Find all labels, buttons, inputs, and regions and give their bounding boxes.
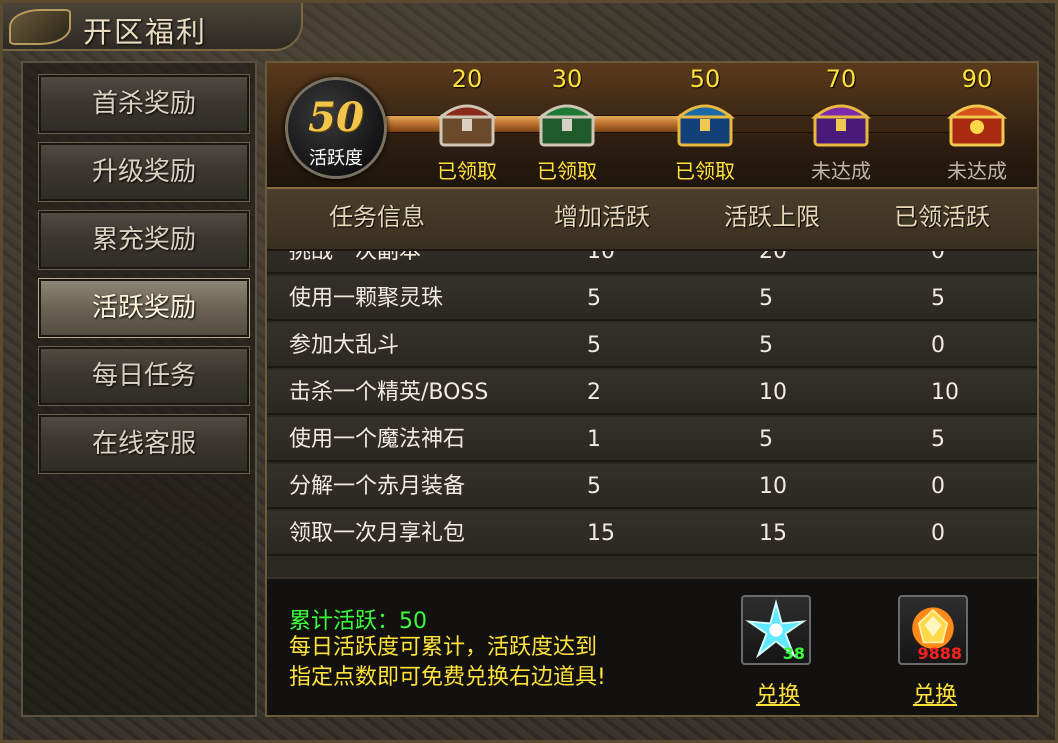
task-cap: 10 xyxy=(759,380,787,405)
task-name: 使用一个魔法神石 xyxy=(289,427,466,452)
reward-item-crystal: 38 兑换 xyxy=(741,595,815,708)
task-cap: 5 xyxy=(759,333,773,358)
table-row: 使用一个魔法神石 1 5 5 xyxy=(267,417,1037,462)
reward-count: 9888 xyxy=(917,644,962,663)
milestone-status: 已领取 xyxy=(675,159,735,183)
sidebar-item-recharge[interactable]: 累充奖励 xyxy=(38,210,250,270)
task-cap: 5 xyxy=(759,427,773,452)
content-panel: 50 活跃度 20 已领取 30 已领取 50 已领取 70 未达成 90 未达… xyxy=(265,61,1039,717)
task-name: 领取一次月享礼包 xyxy=(289,521,466,546)
red-chest-icon xyxy=(436,104,498,147)
milestone-90[interactable]: 90 未达成 xyxy=(917,63,1037,189)
task-got: 5 xyxy=(931,286,945,311)
header-task-info: 任务信息 xyxy=(329,203,425,231)
milestone-status: 已领取 xyxy=(537,159,597,183)
task-cap: 15 xyxy=(759,521,787,546)
milestone-threshold: 90 xyxy=(961,65,993,93)
milestone-30[interactable]: 30 已领取 xyxy=(507,63,627,189)
footer-panel: 累计活跃：50 每日活跃度可累计，活跃度达到 指定点数即可免费兑换右边道具! 3… xyxy=(267,577,1037,715)
task-got: 5 xyxy=(931,427,945,452)
task-name: 击杀一个精英/BOSS xyxy=(289,380,489,405)
activity-value: 50 xyxy=(308,94,364,141)
header-activity-cap: 活跃上限 xyxy=(724,203,820,231)
milestone-threshold: 30 xyxy=(551,65,583,93)
task-add: 10 xyxy=(587,251,615,264)
task-add: 5 xyxy=(587,333,601,358)
milestone-threshold: 50 xyxy=(689,65,721,93)
task-got: 0 xyxy=(931,521,945,546)
exchange-button[interactable]: 兑换 xyxy=(898,677,972,709)
table-row: 挑战一次副本 10 20 0 xyxy=(267,251,1037,274)
sidebar: 首杀奖励 升级奖励 累充奖励 活跃奖励 每日任务 在线客服 xyxy=(21,61,257,717)
window-frame: 开区福利 首杀奖励 升级奖励 累充奖励 活跃奖励 每日任务 在线客服 50 活跃… xyxy=(0,0,1058,743)
task-add: 1 xyxy=(587,427,601,452)
task-got: 0 xyxy=(931,474,945,499)
table-row: 分解一个赤月装备 5 10 0 xyxy=(267,464,1037,509)
task-got: 0 xyxy=(931,251,945,264)
reward-item-gem: 9888 兑换 xyxy=(898,595,972,708)
dragon-ornament-icon xyxy=(9,9,71,45)
window-title: 开区福利 xyxy=(83,15,208,49)
task-name: 分解一个赤月装备 xyxy=(289,474,466,499)
gold-chest-icon xyxy=(946,104,1008,147)
task-got: 0 xyxy=(931,333,945,358)
sidebar-item-activity[interactable]: 活跃奖励 xyxy=(38,278,250,338)
task-table-header: 任务信息 增加活跃 活跃上限 已领活跃 xyxy=(267,189,1037,251)
task-add: 5 xyxy=(587,474,601,499)
reward-slot[interactable]: 38 xyxy=(741,595,811,665)
milestone-50[interactable]: 50 已领取 xyxy=(645,63,765,189)
title-bar: 开区福利 xyxy=(3,3,303,51)
purple-chest-icon xyxy=(810,104,872,147)
sidebar-item-support[interactable]: 在线客服 xyxy=(38,414,250,474)
header-claimed-activity: 已领活跃 xyxy=(894,203,990,231)
exchange-button[interactable]: 兑换 xyxy=(741,677,815,709)
blue-chest-icon xyxy=(674,104,736,147)
reward-slot[interactable]: 9888 xyxy=(898,595,968,665)
sidebar-item-level-up[interactable]: 升级奖励 xyxy=(38,142,250,202)
task-name: 挑战一次副本 xyxy=(289,251,422,264)
task-got: 10 xyxy=(931,380,959,405)
activity-progress-panel: 50 活跃度 20 已领取 30 已领取 50 已领取 70 未达成 90 未达… xyxy=(267,63,1037,189)
milestone-70[interactable]: 70 未达成 xyxy=(781,63,901,189)
task-cap: 5 xyxy=(759,286,773,311)
task-table-body[interactable]: 挑战一次副本 10 20 0 使用一颗聚灵珠 5 5 5 参加大乱斗 5 5 0… xyxy=(267,251,1037,577)
milestone-threshold: 70 xyxy=(825,65,857,93)
sidebar-item-daily-tasks[interactable]: 每日任务 xyxy=(38,346,250,406)
task-add: 15 xyxy=(587,521,615,546)
table-row: 领取一次月享礼包 15 15 0 xyxy=(267,511,1037,556)
total-activity: 累计活跃：50 xyxy=(289,609,427,634)
header-add-activity: 增加活跃 xyxy=(554,203,650,231)
table-row: 参加大乱斗 5 5 0 xyxy=(267,323,1037,368)
sidebar-item-first-kill[interactable]: 首杀奖励 xyxy=(38,74,250,134)
activity-label: 活跃度 xyxy=(309,148,363,169)
task-name: 参加大乱斗 xyxy=(289,333,400,358)
milestone-status: 未达成 xyxy=(947,159,1007,183)
task-add: 2 xyxy=(587,380,601,405)
task-name: 使用一颗聚灵珠 xyxy=(289,286,444,311)
description-line-1: 每日活跃度可累计，活跃度达到 xyxy=(289,635,598,660)
milestone-status: 未达成 xyxy=(811,159,871,183)
task-cap: 20 xyxy=(759,251,787,264)
activity-value-badge: 50 活跃度 xyxy=(285,77,387,179)
green-chest-icon xyxy=(536,104,598,147)
task-add: 5 xyxy=(587,286,601,311)
table-row: 击杀一个精英/BOSS 2 10 10 xyxy=(267,370,1037,415)
reward-count: 38 xyxy=(782,644,805,663)
activity-description: 每日活跃度可累计，活跃度达到 指定点数即可免费兑换右边道具! xyxy=(289,633,709,693)
description-line-2: 指定点数即可免费兑换右边道具! xyxy=(289,665,606,690)
task-cap: 10 xyxy=(759,474,787,499)
table-row: 使用一颗聚灵珠 5 5 5 xyxy=(267,276,1037,321)
